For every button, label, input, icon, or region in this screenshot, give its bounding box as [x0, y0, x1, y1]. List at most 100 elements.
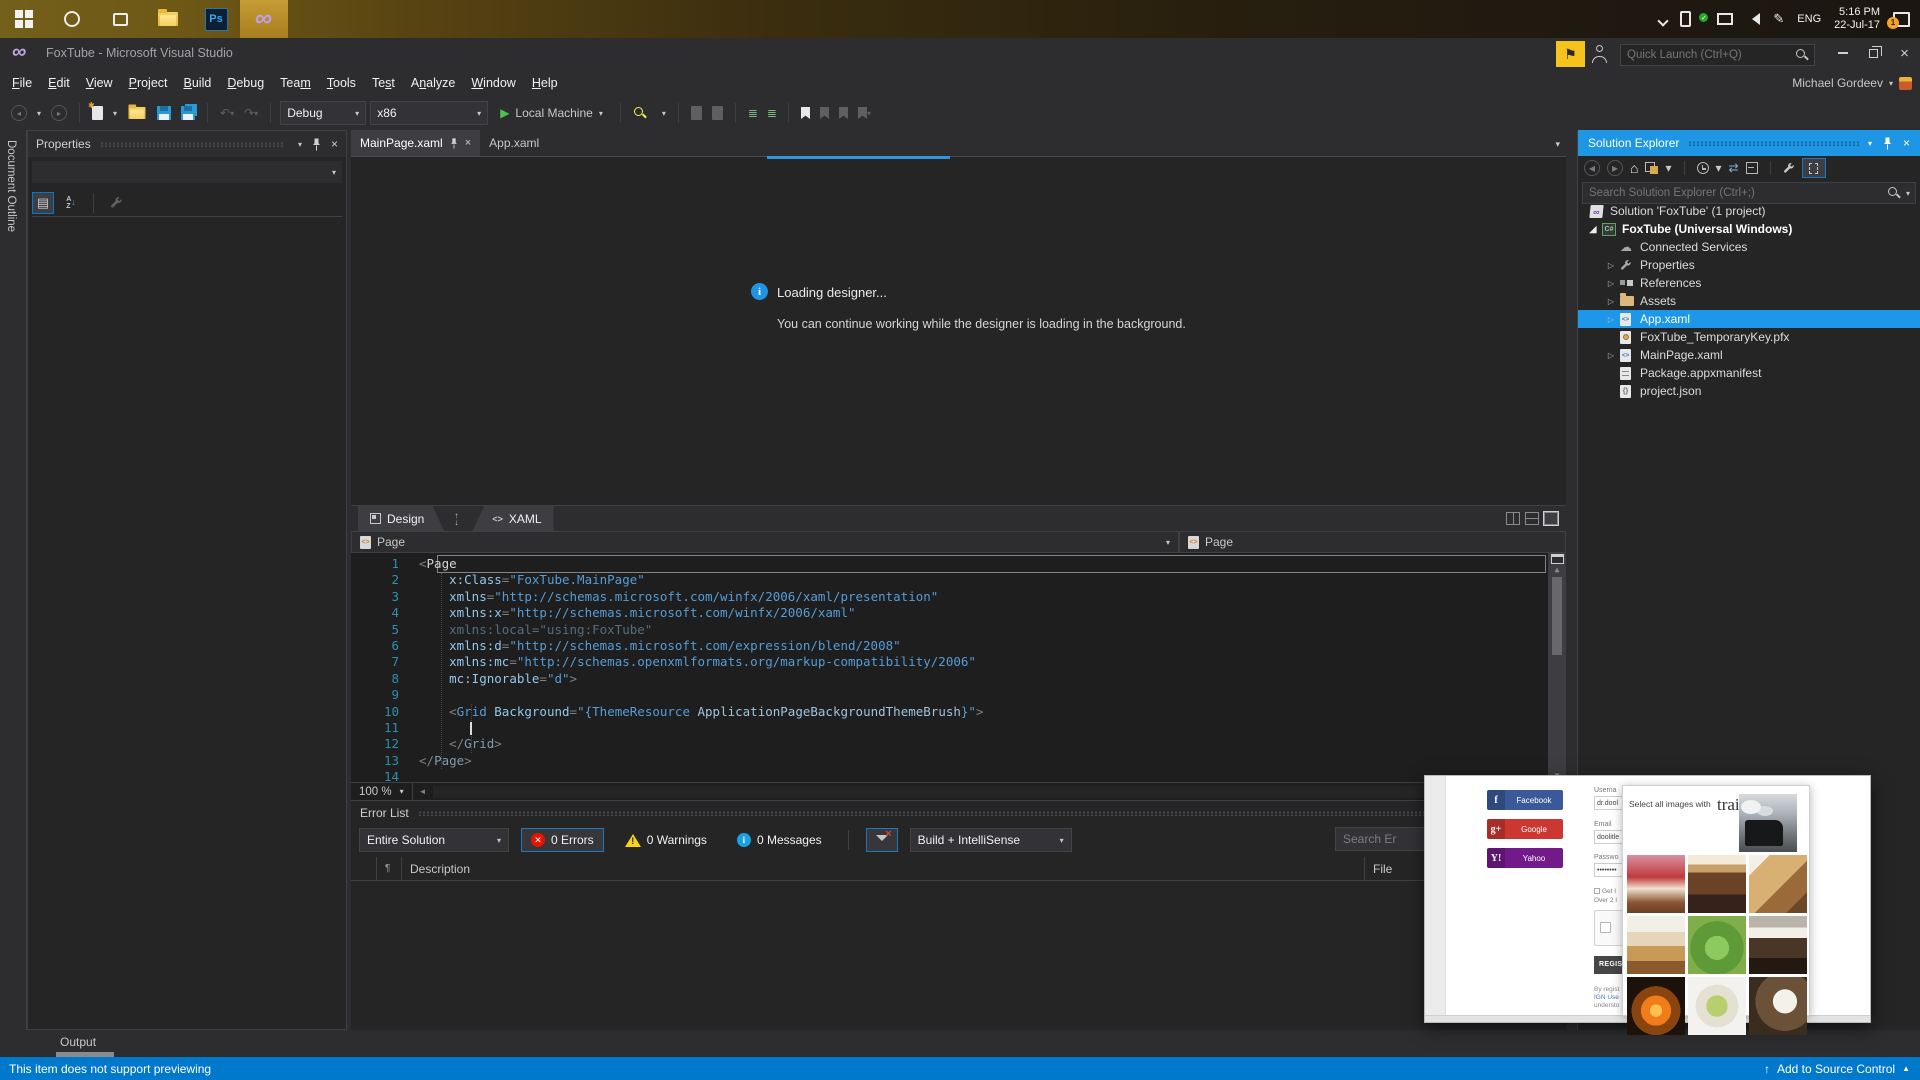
uncomment-button[interactable]: ≣ — [764, 101, 779, 125]
tree-item-app-xaml[interactable]: ▷ <> App.xaml — [1578, 310, 1920, 328]
prev-bookmark-button[interactable] — [817, 101, 832, 125]
feedback-flag-button[interactable]: ⚑ — [1556, 41, 1585, 67]
minimize-button[interactable] — [1827, 38, 1858, 68]
menu-team[interactable]: Team — [272, 72, 319, 94]
clock[interactable]: 5:16 PM 22-Jul-17 — [1834, 6, 1880, 32]
start-button[interactable] — [0, 0, 48, 38]
switch-views-icon[interactable] — [1645, 162, 1659, 174]
menu-debug[interactable]: Debug — [219, 72, 272, 94]
nav-dropdown[interactable]: ▾ — [34, 101, 44, 125]
device-icon[interactable] — [1680, 11, 1692, 27]
warnings-filter-button[interactable]: 0 Warnings — [616, 828, 716, 852]
captcha-tile-pancakes[interactable] — [1749, 855, 1807, 913]
captcha-tile-coffee-and-cookie[interactable] — [1749, 977, 1807, 1035]
quick-launch-input[interactable] — [1621, 49, 1795, 61]
tree-item-project-json[interactable]: {} project.json — [1578, 382, 1920, 400]
sync-with-active-document-icon[interactable]: ⇄ — [1729, 161, 1739, 175]
close-icon[interactable]: × — [1903, 136, 1910, 150]
network-icon[interactable] — [1717, 13, 1734, 25]
comment-button[interactable]: ≣ — [745, 101, 760, 125]
tree-item-connected-services[interactable]: ☁ Connected Services — [1578, 238, 1920, 256]
redo-button[interactable]: ↷ ▾ — [241, 101, 261, 125]
new-file-button[interactable] — [88, 101, 106, 125]
home-icon[interactable]: ⌂ — [1630, 160, 1638, 176]
clear-filters-button[interactable] — [865, 828, 898, 852]
scroll-up-icon[interactable]: ▲ — [1548, 565, 1566, 574]
menu-view[interactable]: View — [78, 72, 121, 94]
severity-column[interactable] — [351, 857, 377, 880]
tree-item-references[interactable]: ▷ References — [1578, 274, 1920, 292]
pin-icon[interactable] — [450, 137, 458, 149]
facebook-login-button[interactable]: f Facebook — [1487, 790, 1563, 810]
navigate-forward-button[interactable]: ▸ — [48, 101, 70, 125]
find-in-files-button[interactable] — [630, 101, 655, 125]
categorized-view-button[interactable]: ▤ — [32, 191, 54, 214]
navigate-forward-doc-button[interactable] — [709, 101, 726, 125]
feedback-person-button[interactable] — [1591, 45, 1613, 63]
breadcrumb-page-left[interactable]: <> Page ▾ — [351, 531, 1179, 553]
xaml-code-editor[interactable]: 1 < Page 2 x:Class = "FoxTube.MainPage" 3 xmln… — [351, 553, 1566, 784]
forward-button[interactable]: ▸ — [1607, 160, 1623, 176]
pin-icon[interactable] — [1883, 137, 1892, 150]
tab-app-xaml[interactable]: App.xaml — [480, 130, 548, 156]
properties-icon[interactable] — [1783, 162, 1795, 174]
newsletter-checkbox[interactable]: Get I — [1594, 888, 1616, 895]
captcha-tile-breakfast-plate[interactable] — [1627, 916, 1685, 974]
solution-search-input[interactable] — [1583, 187, 1887, 199]
save-button[interactable] — [154, 101, 174, 125]
collapse-all-icon[interactable] — [1745, 162, 1758, 174]
menu-edit[interactable]: Edit — [40, 72, 78, 94]
cortana-button[interactable] — [48, 0, 96, 38]
expander-collapsed-icon[interactable]: ▷ — [1602, 315, 1620, 324]
close-button[interactable]: × — [1889, 38, 1920, 68]
vertical-split-button[interactable] — [1506, 512, 1520, 525]
task-view-button[interactable] — [96, 0, 144, 38]
menu-build[interactable]: Build — [176, 72, 220, 94]
xaml-view-tab[interactable]: <> XAML — [472, 505, 554, 532]
add-to-source-control-button[interactable]: ↑ Add to Source Control ▲ — [1764, 1062, 1910, 1076]
language-indicator[interactable]: ENG — [1797, 13, 1821, 25]
new-file-dropdown[interactable]: ▾ — [110, 101, 120, 125]
window-position-dropdown[interactable]: ▾ — [1868, 139, 1872, 148]
scrollbar-thumb[interactable] — [1552, 577, 1562, 655]
file-explorer-button[interactable] — [144, 0, 192, 38]
pending-changes-dropdown[interactable]: ▾ — [1716, 161, 1722, 175]
breadcrumb-page-right[interactable]: <> Page — [1179, 531, 1566, 553]
split-window-grip[interactable] — [1551, 554, 1564, 564]
yahoo-login-button[interactable]: Y! Yahoo — [1487, 848, 1563, 868]
tree-item-properties[interactable]: ▷ Properties — [1578, 256, 1920, 274]
xaml-designer-pane[interactable]: i Loading designer... You can continue w… — [351, 156, 1566, 505]
output-tab[interactable]: Output — [60, 1035, 96, 1049]
menu-test[interactable]: Test — [364, 72, 403, 94]
photoshop-button[interactable]: Ps — [192, 0, 240, 38]
switch-views-dropdown[interactable]: ▾ — [1665, 161, 1671, 175]
notifications-icon[interactable]: 1 — [1887, 11, 1910, 29]
errors-filter-button[interactable]: ✕ 0 Errors — [521, 828, 604, 852]
tree-item-foxtube-temporarykey-pfx[interactable]: FoxTube_TemporaryKey.pfx — [1578, 328, 1920, 346]
undo-button[interactable]: ↶ ▾ — [217, 101, 237, 125]
menu-file[interactable]: File — [4, 72, 40, 94]
clear-bookmarks-button[interactable]: ▾ — [855, 101, 874, 125]
close-tab-icon[interactable]: × — [465, 137, 471, 149]
tray-chevron-icon[interactable] — [1657, 15, 1670, 27]
window-position-dropdown[interactable]: ▾ — [298, 140, 302, 149]
tree-item-solution-foxtube-1-project-[interactable]: ∞ Solution 'FoxTube' (1 project) — [1578, 202, 1920, 220]
design-view-tab[interactable]: Design — [358, 506, 444, 532]
editor-vertical-scrollbar[interactable]: ▲ ▼ — [1548, 553, 1566, 782]
captcha-tile-chocolate-trifle[interactable] — [1688, 855, 1746, 913]
expander-expanded-icon[interactable]: ◢ — [1584, 224, 1602, 235]
scroll-left-icon[interactable]: ◄ — [413, 787, 433, 796]
captcha-tile-glowing-bowl[interactable] — [1627, 977, 1685, 1035]
navigate-back-button[interactable]: ◂ — [8, 101, 30, 125]
terms-link[interactable]: IGN Use — [1594, 994, 1619, 1001]
expander-collapsed-icon[interactable]: ▷ — [1602, 261, 1620, 270]
error-source-dropdown[interactable]: Build + IntelliSense ▾ — [909, 828, 1072, 852]
tree-item-mainpage-xaml[interactable]: ▷ <> MainPage.xaml — [1578, 346, 1920, 364]
google-login-button[interactable]: g+ Google — [1487, 819, 1563, 839]
order-column[interactable]: ¶ — [377, 857, 402, 880]
user-account-menu[interactable]: Michael Gordeev ▾ — [1792, 70, 1912, 96]
selected-object-dropdown[interactable]: ▾ — [32, 161, 342, 183]
captcha-tile-strawberry-cake[interactable] — [1627, 855, 1685, 913]
expander-collapsed-icon[interactable]: ▷ — [1602, 351, 1620, 360]
alphabetical-sort-button[interactable]: A Z ↓ — [60, 192, 82, 214]
